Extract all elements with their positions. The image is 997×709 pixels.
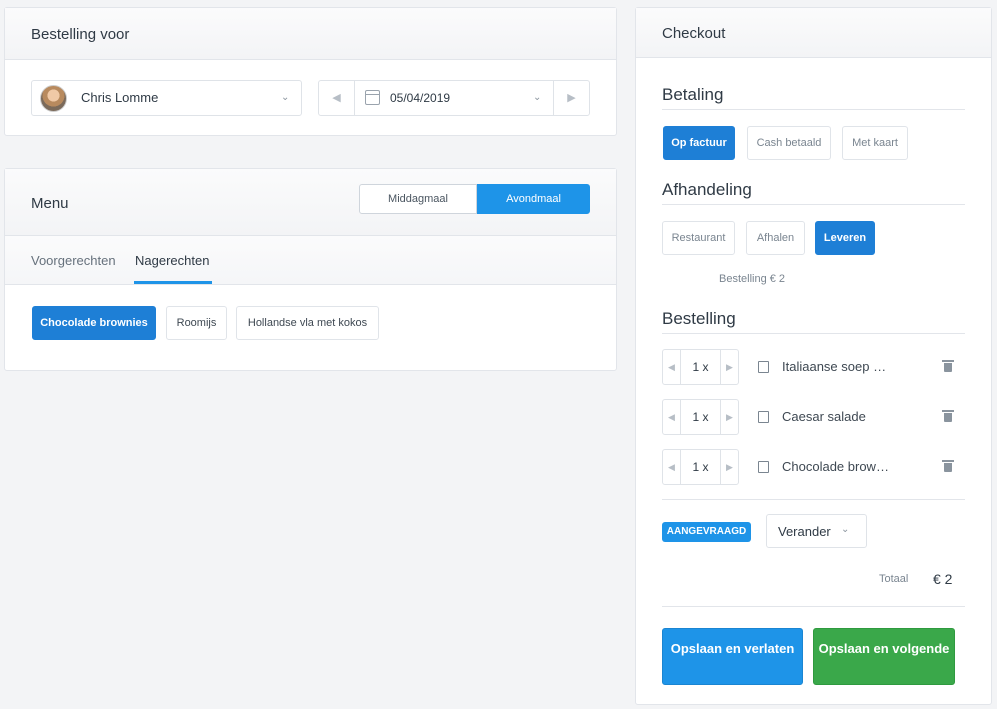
trash-icon[interactable] — [942, 360, 954, 372]
trash-icon[interactable] — [942, 410, 954, 422]
dish-chocolade-brownies[interactable]: Chocolade brownies — [32, 306, 156, 340]
divider — [662, 109, 965, 110]
payment-kaart[interactable]: Met kaart — [842, 126, 908, 160]
divider — [662, 499, 965, 500]
menu-tabs: Voorgerechten Nagerechten — [5, 236, 616, 285]
increase-button[interactable]: ▶ — [720, 350, 738, 384]
handling-restaurant[interactable]: Restaurant — [662, 221, 735, 255]
quantity-stepper: ◀ 1 x ▶ — [662, 449, 739, 485]
payment-title: Betaling — [662, 85, 724, 104]
change-status-select[interactable]: Verander ⌄ — [766, 514, 867, 548]
increase-button[interactable]: ▶ — [720, 450, 738, 484]
decrease-button[interactable]: ◀ — [663, 350, 681, 384]
chevron-down-icon: ⌄ — [281, 92, 290, 103]
dish-hollandse-vla[interactable]: Hollandse vla met kokos — [236, 306, 379, 340]
save-and-next-button[interactable]: Opslaan en volgende — [813, 628, 955, 685]
chevron-down-icon[interactable]: ⌄ — [533, 92, 541, 103]
total-value: € 2 — [933, 571, 953, 587]
handling-title: Afhandeling — [662, 180, 752, 199]
note-icon[interactable] — [758, 361, 769, 373]
list-item: ◀ 1 x ▶ Chocolade brownies — [662, 449, 965, 485]
status-badge: AANGEVRAAGD — [662, 522, 751, 542]
item-name: Caesar salade — [782, 409, 866, 424]
divider — [662, 333, 965, 334]
trash-icon[interactable] — [942, 460, 954, 472]
order-for-panel: Bestelling voor Chris Lomme ⌄ ◀ 05/04/20… — [4, 7, 617, 136]
increase-button[interactable]: ▶ — [720, 400, 738, 434]
active-tab-indicator — [134, 281, 212, 284]
quantity-value[interactable]: 1 x — [681, 360, 720, 374]
checkout-title: Checkout — [636, 8, 991, 58]
menu-panel: Menu Middagmaal Avondmaal Voorgerechten … — [4, 168, 617, 371]
list-item: ◀ 1 x ▶ Italiaanse soep met balletjes — [662, 349, 965, 385]
date-picker: ◀ 05/04/2019 ⌄ ▶ — [318, 80, 590, 116]
payment-op-factuur[interactable]: Op factuur — [663, 126, 735, 160]
divider — [662, 606, 965, 607]
quantity-stepper: ◀ 1 x ▶ — [662, 349, 739, 385]
item-name: Italiaanse soep met balletjes — [782, 359, 892, 374]
note-icon[interactable] — [758, 411, 769, 423]
checkout-panel: Checkout Betaling Op factuur Cash betaal… — [635, 7, 992, 705]
quantity-value[interactable]: 1 x — [681, 460, 720, 474]
customer-select[interactable]: Chris Lomme ⌄ — [31, 80, 302, 116]
previous-day-button[interactable]: ◀ — [319, 81, 355, 115]
divider — [662, 204, 965, 205]
customer-name: Chris Lomme — [81, 90, 159, 105]
segment-middagmaal[interactable]: Middagmaal — [359, 184, 477, 214]
payment-cash[interactable]: Cash betaald — [747, 126, 831, 160]
decrease-button[interactable]: ◀ — [663, 450, 681, 484]
quantity-stepper: ◀ 1 x ▶ — [662, 399, 739, 435]
change-label: Verander — [778, 524, 831, 539]
calendar-icon — [365, 90, 380, 105]
quantity-value[interactable]: 1 x — [681, 410, 720, 424]
order-for-title: Bestelling voor — [5, 8, 616, 60]
handling-leveren[interactable]: Leveren — [815, 221, 875, 255]
chevron-down-icon: ⌄ — [841, 524, 850, 535]
next-day-button[interactable]: ▶ — [553, 81, 589, 115]
delivery-note: Bestelling € 2 — [719, 273, 786, 285]
item-name: Chocolade brownies — [782, 459, 892, 474]
tab-voorgerechten[interactable]: Voorgerechten — [31, 253, 116, 268]
list-item: ◀ 1 x ▶ Caesar salade — [662, 399, 965, 435]
handling-afhalen[interactable]: Afhalen — [746, 221, 805, 255]
segment-avondmaal[interactable]: Avondmaal — [477, 184, 590, 214]
total-label: Totaal — [879, 573, 909, 585]
note-icon[interactable] — [758, 461, 769, 473]
date-field[interactable]: 05/04/2019 — [390, 91, 450, 105]
order-title: Bestelling — [662, 309, 736, 328]
decrease-button[interactable]: ◀ — [663, 400, 681, 434]
tab-nagerechten[interactable]: Nagerechten — [135, 253, 209, 268]
avatar — [40, 85, 67, 112]
save-and-leave-button[interactable]: Opslaan en verlaten — [662, 628, 803, 685]
dish-roomijs[interactable]: Roomijs — [166, 306, 227, 340]
